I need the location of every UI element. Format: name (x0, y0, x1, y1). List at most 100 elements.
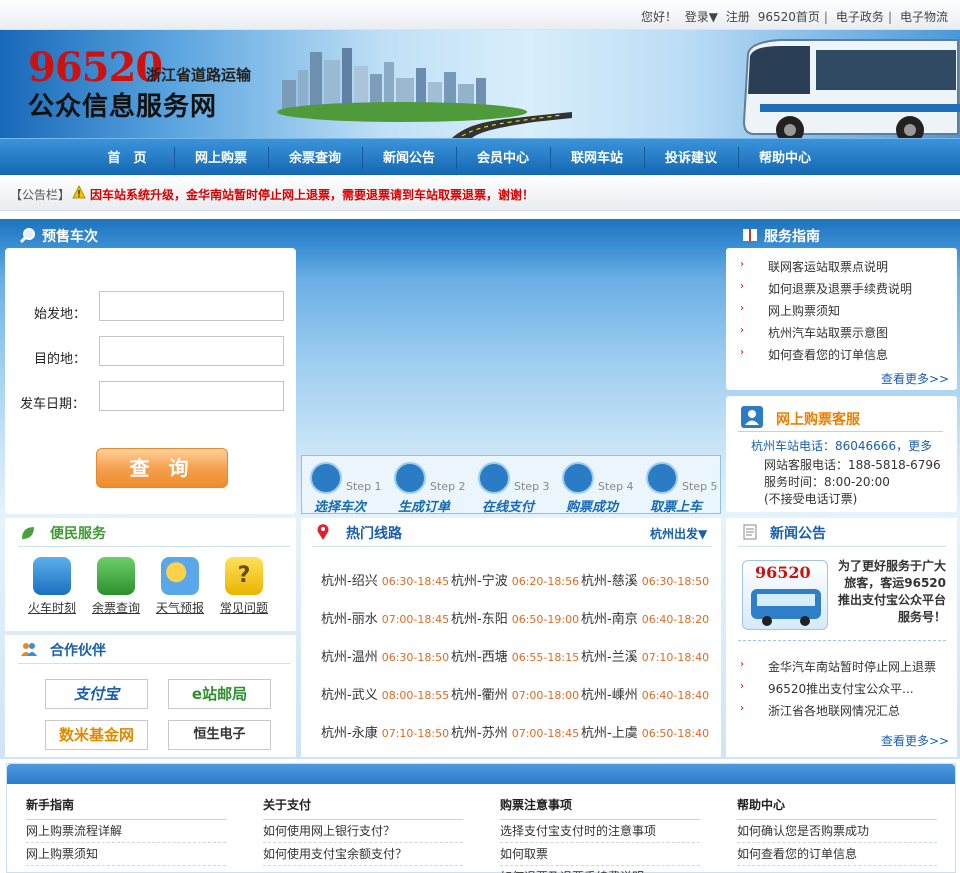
nav-stations[interactable]: 联网车站 (552, 139, 642, 176)
step-1: Step 1 选择车次 (306, 460, 390, 515)
guide-item[interactable]: 网上购票须知 (768, 302, 840, 319)
news-item[interactable]: 96520推出支付宝公众平... (768, 680, 914, 697)
guide-item[interactable]: 联网客运站取票点说明 (768, 258, 888, 275)
route-name[interactable]: 杭州-宁波 (451, 574, 508, 589)
guide-item[interactable]: 如何退票及退票手续费说明 (768, 280, 912, 297)
bullet-icon: › (740, 347, 744, 358)
route-time: 06:55-18:15 (511, 651, 580, 664)
from-input[interactable] (99, 291, 284, 321)
promo-text[interactable]: 为了更好服务于广大旅客，客运96520推出支付宝公众平台服务号！ (834, 558, 946, 626)
home-link[interactable]: 96520首页 (758, 10, 820, 24)
promo-number: 96520 (755, 563, 811, 582)
route-item[interactable]: 杭州-绍兴 06:30-18:45 (321, 570, 449, 589)
logistics-link[interactable]: 电子物流 (900, 10, 948, 24)
route-item[interactable]: 杭州-苏州 07:00-18:45 (451, 722, 579, 741)
nav-divider (550, 147, 551, 169)
route-name[interactable]: 杭州-西塘 (451, 650, 508, 665)
route-name[interactable]: 杭州-兰溪 (581, 650, 638, 665)
footer-link[interactable]: 选择支付宝支付时的注意事项 (500, 820, 700, 843)
guide-item[interactable]: 杭州汽车站取票示意图 (768, 324, 888, 341)
logo-number[interactable]: 96520 (28, 44, 163, 91)
remaining-tickets-item[interactable]: 余票查询 (88, 557, 144, 616)
nav-member[interactable]: 会员中心 (458, 139, 548, 176)
footer-link[interactable]: 如何确认您是否购票成功 (737, 820, 937, 843)
route-item[interactable]: 杭州-南京 06:40-18:20 (581, 608, 709, 627)
hz-phone[interactable]: 杭州车站电话：86046666，更多 (751, 437, 932, 454)
route-name[interactable]: 杭州-苏州 (451, 726, 508, 741)
route-item[interactable]: 杭州-西塘 06:55-18:15 (451, 646, 579, 665)
faq-label[interactable]: 常见问题 (220, 601, 268, 615)
guide-item[interactable]: 如何查看您的订单信息 (768, 346, 888, 363)
route-name[interactable]: 杭州-绍兴 (321, 574, 378, 589)
footer-link[interactable]: 网上购票流程详解 (26, 820, 226, 843)
bus-icon (97, 557, 135, 595)
announcement-message[interactable]: 因车站系统升级，金华南站暂时停止网上退票，需要退票请到车站取票退票，谢谢！ (90, 186, 534, 203)
footer-link[interactable]: 如何退票及退票手续费说明 (500, 866, 700, 873)
footer-link[interactable]: 如何取票 (500, 843, 700, 866)
route-name[interactable]: 杭州-丽水 (321, 612, 378, 627)
route-item[interactable]: 杭州-衢州 07:00-18:00 (451, 684, 579, 703)
nav-news[interactable]: 新闻公告 (364, 139, 454, 176)
service-divider (738, 431, 943, 432)
to-input[interactable] (99, 336, 284, 366)
partner-alipay[interactable]: 支付宝 (45, 679, 148, 709)
register-link[interactable]: 注册 (726, 10, 750, 24)
nav-online-ticket[interactable]: 网上购票 (176, 139, 266, 176)
news-item[interactable]: 金华汽车南站暂时停止网上退票 (768, 658, 936, 675)
route-item[interactable]: 杭州-武义 08:00-18:55 (321, 684, 449, 703)
route-item[interactable]: 杭州-上虞 06:50-18:40 (581, 722, 709, 741)
gov-link[interactable]: 电子政务 (836, 10, 884, 24)
route-name[interactable]: 杭州-南京 (581, 612, 638, 627)
route-name[interactable]: 杭州-温州 (321, 650, 378, 665)
convenience-title: 便民服务 (50, 526, 106, 542)
news-title: 新闻公告 (770, 526, 826, 542)
route-item[interactable]: 杭州-宁波 06:20-18:56 (451, 570, 579, 589)
route-item[interactable]: 杭州-嵊州 06:40-18:40 (581, 684, 709, 703)
query-button[interactable]: 查 询 (96, 448, 228, 488)
route-name[interactable]: 杭州-慈溪 (581, 574, 638, 589)
route-item[interactable]: 杭州-永康 07:10-18:50 (321, 722, 449, 741)
route-item[interactable]: 杭州-慈溪 06:30-18:50 (581, 570, 709, 589)
guide-more-link[interactable]: 查看更多>> (881, 370, 949, 387)
route-item[interactable]: 杭州-东阳 06:50-19:00 (451, 608, 579, 627)
login-link[interactable]: 登录▼ (685, 10, 718, 24)
partner-fund123[interactable]: 数米基金网 (45, 720, 148, 750)
remaining-tickets-label[interactable]: 余票查询 (92, 601, 140, 615)
train-schedule-label[interactable]: 火车时刻 (28, 601, 76, 615)
route-name[interactable]: 杭州-东阳 (451, 612, 508, 627)
route-name[interactable]: 杭州-嵊州 (581, 688, 638, 703)
footer-link[interactable]: 网上购票须知 (26, 843, 226, 866)
footer-link[interactable]: 如何使用网上银行支付？ (263, 820, 463, 843)
route-item[interactable]: 杭州-温州 06:30-18:50 (321, 646, 449, 665)
nav-help[interactable]: 帮助中心 (740, 139, 830, 176)
route-time: 06:30-18:50 (641, 575, 710, 588)
step-2: Step 2 生成订单 (390, 460, 474, 515)
footer-link[interactable]: 如何使用支付宝余额支付？ (263, 843, 463, 866)
depart-city-dropdown[interactable]: 杭州出发▼ (650, 525, 707, 542)
nav-home[interactable]: 首 页 (82, 139, 172, 176)
date-input[interactable] (99, 381, 284, 411)
footer-link[interactable]: 如何查看您的订单信息 (737, 843, 937, 866)
route-name[interactable]: 杭州-衢州 (451, 688, 508, 703)
route-name[interactable]: 杭州-武义 (321, 688, 378, 703)
route-name[interactable]: 杭州-上虞 (581, 726, 638, 741)
nav-divider (268, 147, 269, 169)
promo-image[interactable]: 96520 (742, 560, 828, 630)
route-item[interactable]: 杭州-兰溪 07:10-18:40 (581, 646, 709, 665)
weather-label[interactable]: 天气预报 (156, 601, 204, 615)
weather-item[interactable]: 天气预报 (152, 557, 208, 616)
faq-item[interactable]: ? 常见问题 (216, 557, 272, 616)
nav-remaining-tickets[interactable]: 余票查询 (270, 139, 360, 176)
partner-hundsun[interactable]: 恒生电子 (168, 720, 271, 750)
train-schedule-item[interactable]: 火车时刻 (24, 557, 80, 616)
nav-complaints[interactable]: 投诉建议 (646, 139, 736, 176)
news-item[interactable]: 浙江省各地联网情况汇总 (768, 702, 900, 719)
route-time: 07:00-18:45 (511, 727, 580, 740)
route-item[interactable]: 杭州-丽水 07:00-18:45 (321, 608, 449, 627)
partner-estation[interactable]: e站邮局 (168, 679, 271, 709)
news-more-link[interactable]: 查看更多>> (881, 732, 949, 749)
route-name[interactable]: 杭州-永康 (321, 726, 378, 741)
route-time: 07:00-18:45 (381, 613, 450, 626)
guide-title: 服务指南 (764, 229, 820, 245)
top-bar: 您好！ 登录▼ 注册 96520首页 | 电子政务 | 电子物流 (0, 0, 960, 30)
